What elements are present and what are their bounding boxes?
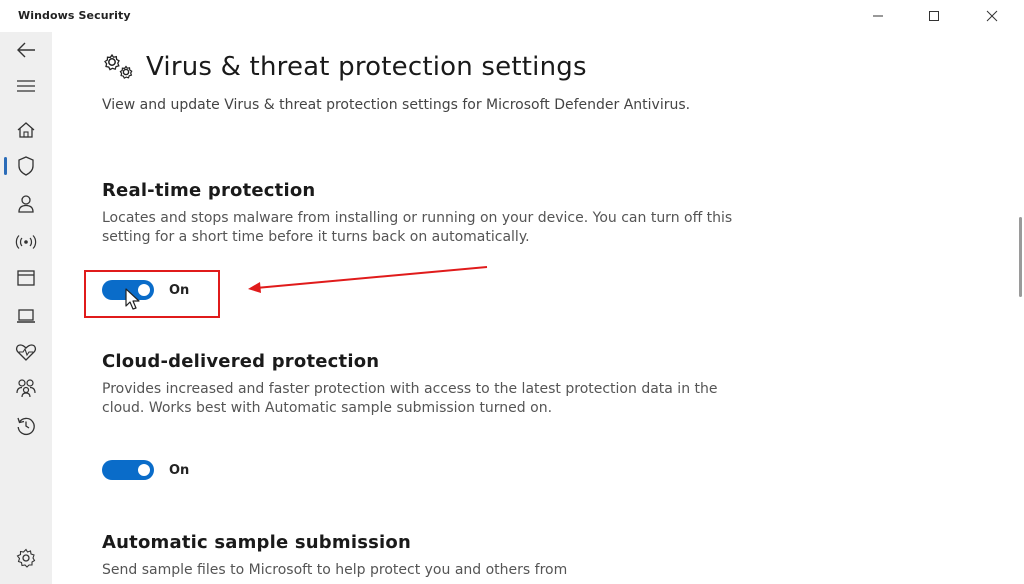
realtime-protection-description: Locates and stops malware from installin… xyxy=(102,210,733,245)
heart-pulse-icon xyxy=(15,344,37,361)
history-icon xyxy=(17,417,35,436)
menu-button[interactable] xyxy=(0,68,52,104)
nav-settings[interactable] xyxy=(0,540,52,576)
page-header: Virus & threat protection settings xyxy=(102,52,587,82)
nav-firewall[interactable] xyxy=(0,224,52,260)
toggle-knob xyxy=(138,464,150,476)
minimize-icon xyxy=(873,15,883,17)
maximize-icon xyxy=(929,11,939,21)
page-description: View and update Virus & threat protectio… xyxy=(102,97,691,113)
family-icon xyxy=(16,379,36,398)
shield-icon xyxy=(18,156,34,176)
settings-gear-icon xyxy=(16,548,36,568)
person-icon xyxy=(18,195,34,213)
close-button[interactable] xyxy=(964,0,1020,32)
cloud-protection-title: Cloud-delivered protection xyxy=(102,351,380,372)
sample-submission-description: Send sample files to Microsoft to help p… xyxy=(102,562,568,578)
nav-home[interactable] xyxy=(0,112,52,148)
page-title: Virus & threat protection settings xyxy=(146,52,587,82)
sample-submission-title: Automatic sample submission xyxy=(102,532,411,553)
sample-submission-section: Automatic sample submission Send sample … xyxy=(102,532,742,580)
laptop-icon xyxy=(17,309,35,323)
hamburger-menu-icon xyxy=(17,80,35,92)
settings-gears-icon xyxy=(104,53,133,79)
nav-protection-history[interactable] xyxy=(0,408,52,444)
nav-device-security[interactable] xyxy=(0,298,52,334)
nav-device-health[interactable] xyxy=(0,334,52,370)
back-arrow-icon xyxy=(17,42,35,58)
scrollbar-thumb[interactable] xyxy=(1019,217,1022,297)
annotation-highlight-box xyxy=(84,270,220,318)
nav-virus-protection[interactable] xyxy=(0,148,52,184)
app-title: Windows Security xyxy=(18,9,131,22)
cloud-protection-description: Provides increased and faster protection… xyxy=(102,381,718,416)
cloud-protection-toggle[interactable] xyxy=(102,460,154,480)
cloud-protection-toggle-row: On xyxy=(102,460,189,480)
back-button[interactable] xyxy=(0,32,52,68)
nav-app-browser[interactable] xyxy=(0,260,52,296)
cloud-protection-state: On xyxy=(169,462,190,478)
scrollbar[interactable] xyxy=(1016,32,1024,584)
nav-account-protection[interactable] xyxy=(0,186,52,222)
realtime-protection-section: Real-time protection Locates and stops m… xyxy=(102,180,742,246)
network-icon xyxy=(15,235,37,249)
annotation-arrow xyxy=(248,266,488,293)
realtime-protection-title: Real-time protection xyxy=(102,180,316,201)
nav-family-options[interactable] xyxy=(0,370,52,406)
mouse-pointer-icon xyxy=(125,288,140,310)
minimize-button[interactable] xyxy=(850,0,906,32)
cloud-protection-section: Cloud-delivered protection Provides incr… xyxy=(102,351,742,417)
title-bar: Windows Security xyxy=(0,0,1024,32)
navigation-rail xyxy=(0,32,52,584)
home-icon xyxy=(17,122,35,138)
app-browser-icon xyxy=(17,270,35,286)
maximize-button[interactable] xyxy=(906,0,962,32)
close-icon xyxy=(986,10,998,22)
